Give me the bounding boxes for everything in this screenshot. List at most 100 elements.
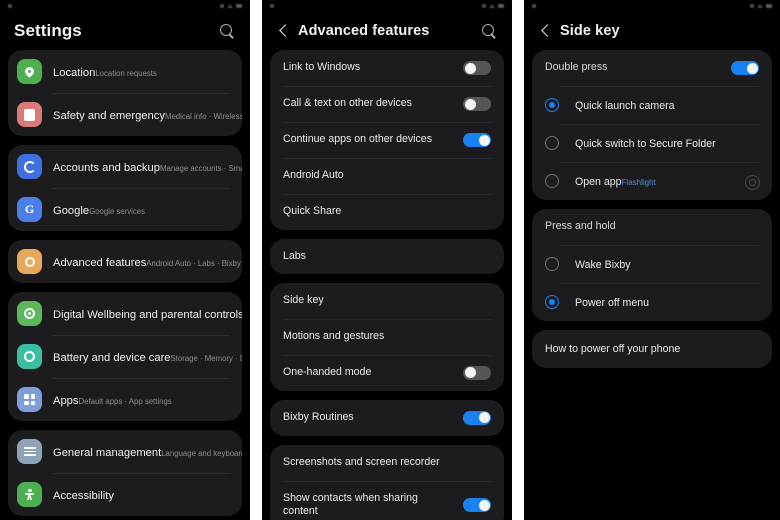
status-icon-battery [236,4,242,8]
toggle-switch[interactable] [463,133,491,147]
advanced-feature-row[interactable]: Labs [270,239,504,275]
settings-header: Settings [0,12,250,50]
settings-row-text: Accounts and backupManage accounts · Sma… [53,158,242,176]
settings-row-subtitle: Default apps · App settings [78,396,172,406]
option-text: Open appFlashlight [575,172,744,190]
advanced-feature-row[interactable]: Link to Windows [270,50,504,86]
status-bar-right [220,4,242,8]
settings-row[interactable]: General managementLanguage and keyboard … [8,430,242,473]
press-and-hold-option-row[interactable]: Wake Bixby [532,244,772,283]
press-and-hold-label: Press and hold [545,220,616,232]
how-to-power-off-link[interactable]: How to power off your phone [532,330,772,368]
settings-group-card: General managementLanguage and keyboard … [8,430,242,516]
search-icon[interactable] [480,22,498,40]
settings-group-card: Accounts and backupManage accounts · Sma… [8,145,242,231]
settings-row-title: Safety and emergency [53,109,165,122]
settings-row[interactable]: Safety and emergencyMedical info · Wirel… [8,93,242,136]
double-press-row[interactable]: Double press [532,50,772,86]
double-press-option-row[interactable]: Quick launch camera [532,86,772,124]
advanced-group-card: Screenshots and screen recorder Show cont… [270,444,504,520]
toggle-switch[interactable] [463,410,491,425]
double-press-option-row[interactable]: Open appFlashlight [532,162,772,200]
side-key-list[interactable]: Double press Quick launch camera Quick swi… [524,50,780,368]
status-bar [0,0,250,12]
advanced-feature-row[interactable]: Screenshots and screen recorder [270,445,504,481]
advanced-feature-label: Quick Share [283,204,342,217]
settings-group-card: Advanced featuresAndroid Auto · Labs · B… [8,240,242,283]
advanced-group-card: Bixby Routines [270,399,504,436]
search-icon[interactable] [218,22,236,40]
advanced-feature-row[interactable]: Call & text on other devices [270,86,504,122]
settings-row-subtitle: Manage accounts · Smart Switch [159,163,242,173]
advanced-feature-row[interactable]: One-handed mode [270,354,504,391]
settings-row-title: Accessibility [53,489,114,502]
settings-row[interactable]: Battery and device careStorage · Memory … [8,335,242,378]
toggle-knob [464,367,476,379]
radio-button[interactable] [545,294,559,309]
settings-row[interactable]: LocationLocation requests [8,50,242,93]
settings-row-subtitle: Language and keyboard · Date and time [161,448,242,458]
status-icon-wifi [220,4,224,8]
status-bar-right [750,4,772,8]
advanced-feature-row[interactable]: Quick Share [270,193,504,230]
advanced-feature-row[interactable]: Bixby Routines [270,400,504,436]
settings-row[interactable]: Accessibility [8,473,242,516]
toggle-switch[interactable] [463,97,491,111]
settings-row-subtitle: Storage · Memory · Device protection [170,353,242,363]
option-label: Quick switch to Secure Folder [575,138,716,150]
advanced-feature-label: Link to Windows [283,61,361,74]
how-to-power-off-card[interactable]: How to power off your phone [532,329,772,368]
toggle-knob [478,134,490,146]
sync-accounts-icon [17,154,42,179]
advanced-feature-row[interactable]: Show contacts when sharing content [270,480,504,520]
settings-row-text: General managementLanguage and keyboard … [53,443,242,461]
status-icon-wifi [482,4,486,8]
settings-row[interactable]: Digital Wellbeing and parental controlsS… [8,292,242,335]
back-chevron-icon[interactable] [276,23,292,39]
press-and-hold-card: Press and hold Wake Bixby Power off menu [532,209,772,321]
settings-row[interactable]: Accounts and backupManage accounts · Sma… [8,145,242,188]
settings-row[interactable]: G GoogleGoogle services [8,188,242,231]
advanced-feature-row[interactable]: Motions and gestures [270,319,504,355]
toggle-switch[interactable] [731,61,759,75]
advanced-feature-row[interactable]: Continue apps on other devices [270,122,504,158]
option-text: Wake Bixby [575,255,759,273]
radio-button[interactable] [545,98,559,112]
toggle-switch[interactable] [463,365,491,380]
settings-row[interactable]: Advanced featuresAndroid Auto · Labs · B… [8,240,242,283]
settings-row-text: Accessibility [53,486,114,504]
advanced-feature-row[interactable]: Android Auto [270,158,504,194]
settings-row-text: GoogleGoogle services [53,201,145,219]
advanced-feature-label: Show contacts when sharing content [283,491,418,518]
double-press-option-row[interactable]: Quick switch to Secure Folder [532,124,772,162]
gear-icon[interactable] [744,174,760,190]
press-and-hold-option-row[interactable]: Power off menu [532,282,772,321]
radio-button[interactable] [545,174,559,188]
radio-button[interactable] [545,136,559,150]
settings-row-title: Location [53,66,96,79]
advanced-features-header: Advanced features [262,12,512,50]
toggle-switch[interactable] [463,61,491,75]
location-pin-icon [17,59,42,84]
page-title: Side key [560,23,620,39]
settings-row[interactable]: AppsDefault apps · App settings [8,378,242,421]
toggle-knob [464,98,476,110]
panel-gap-1 [250,0,262,520]
settings-list[interactable]: LocationLocation requests Safety and emer… [0,50,250,516]
advanced-features-list[interactable]: Link to Windows Call & text on other devi… [262,50,512,520]
advanced-feature-label: Labs [283,249,306,262]
settings-row-subtitle: Google services [89,206,145,216]
digital-wellbeing-icon [17,301,42,326]
option-text: Quick switch to Secure Folder [575,134,759,152]
settings-row-title: Digital Wellbeing and parental controls [53,308,242,321]
radio-button[interactable] [545,256,559,271]
advanced-group-card: Link to Windows Call & text on other devi… [270,50,504,230]
back-chevron-icon[interactable] [538,23,554,39]
advanced-features-icon [17,249,42,274]
google-g-icon: G [17,197,42,222]
toggle-switch[interactable] [463,498,491,513]
advanced-feature-row[interactable]: Side key [270,283,504,319]
settings-row-title: Google [53,204,90,217]
option-text: Quick launch camera [575,96,759,114]
page-title: Settings [14,21,82,40]
